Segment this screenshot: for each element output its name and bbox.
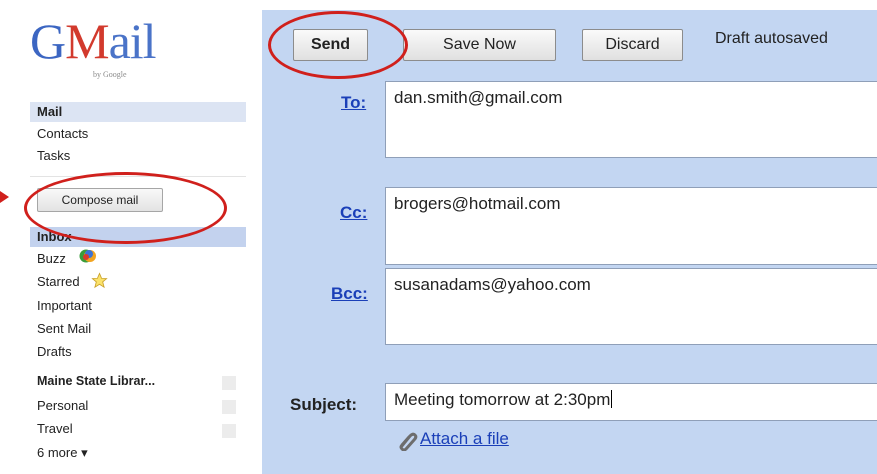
label-color-swatch[interactable] xyxy=(222,376,236,390)
bcc-field-label[interactable]: Bcc: xyxy=(331,284,368,304)
draft-status-text: Draft autosaved xyxy=(715,30,828,47)
label-travel[interactable]: Travel xyxy=(37,421,73,437)
cc-field-value: brogers@hotmail.com xyxy=(394,194,561,213)
label-color-swatch[interactable] xyxy=(222,400,236,414)
gmail-logo[interactable]: GMail by Google xyxy=(30,13,160,82)
nav-tasks[interactable]: Tasks xyxy=(37,148,70,164)
nav-mail[interactable]: Mail xyxy=(37,104,62,120)
label-personal[interactable]: Personal xyxy=(37,398,88,414)
nav-starred[interactable]: Starred xyxy=(37,274,80,290)
subject-field[interactable]: Meeting tomorrow at 2:30pm xyxy=(385,383,877,421)
text-cursor xyxy=(611,390,613,408)
nav-sent-mail[interactable]: Sent Mail xyxy=(37,321,91,337)
annotation-arrow xyxy=(0,191,9,203)
nav-drafts[interactable]: Drafts xyxy=(37,344,72,360)
buzz-icon xyxy=(79,249,96,263)
logo-byline: by Google xyxy=(93,70,127,79)
label-maine-state-library[interactable]: Maine State Librar... xyxy=(37,373,155,389)
bcc-field-value: susanadams@yahoo.com xyxy=(394,275,591,294)
save-now-button[interactable]: Save Now xyxy=(403,29,556,61)
nav-contacts[interactable]: Contacts xyxy=(37,126,88,142)
to-field-label[interactable]: To: xyxy=(341,93,366,113)
attach-file-link[interactable]: Attach a file xyxy=(420,429,509,449)
to-field-value: dan.smith@gmail.com xyxy=(394,88,563,107)
cc-field[interactable]: brogers@hotmail.com xyxy=(385,187,877,265)
compose-highlight-ellipse xyxy=(24,172,227,244)
nav-mail-highlight xyxy=(30,102,246,122)
bcc-field[interactable]: susanadams@yahoo.com xyxy=(385,268,877,345)
nav-important[interactable]: Important xyxy=(37,298,92,314)
send-highlight-ellipse xyxy=(268,11,408,79)
nav-buzz[interactable]: Buzz xyxy=(37,251,66,267)
paperclip-icon xyxy=(399,432,418,451)
subject-field-value: Meeting tomorrow at 2:30pm xyxy=(394,390,611,409)
labels-more-toggle[interactable]: 6 more ▾ xyxy=(37,445,88,461)
cc-field-label[interactable]: Cc: xyxy=(340,203,367,223)
to-field[interactable]: dan.smith@gmail.com xyxy=(385,81,877,158)
label-color-swatch[interactable] xyxy=(222,424,236,438)
gmail-logo-wordmark: GMail xyxy=(30,13,157,69)
subject-field-label: Subject: xyxy=(290,395,358,414)
nav-starred-label: Starred xyxy=(37,274,80,289)
discard-button[interactable]: Discard xyxy=(582,29,683,61)
star-icon xyxy=(91,272,108,289)
nav-buzz-label: Buzz xyxy=(37,251,66,266)
